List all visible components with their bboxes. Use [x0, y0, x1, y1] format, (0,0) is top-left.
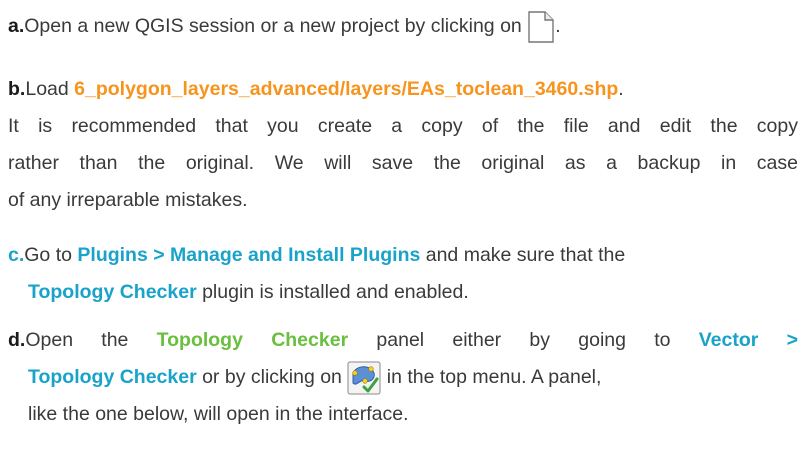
step-text: plugin is installed and enabled.	[196, 281, 469, 303]
menu-path: Vector >	[698, 329, 799, 351]
step-mid: or by clicking on	[196, 366, 348, 388]
step-text: in the top menu. A panel,	[381, 366, 602, 388]
topology-checker-icon	[347, 361, 381, 395]
menu-path: Topology Checker	[28, 366, 197, 388]
step-letter: d.	[8, 329, 26, 351]
step-letter: b.	[8, 78, 26, 100]
panel-name: Topology Checker	[156, 329, 349, 351]
instruction-page: a.Open a new QGIS session or a new proje…	[0, 0, 805, 467]
file-path: 6_polygon_layers_advanced/layers/EAs_toc…	[74, 78, 619, 100]
step-prefix: Go to	[24, 244, 78, 266]
step-line: like the one below, will open in the int…	[28, 403, 409, 425]
step-a: a.Open a new QGIS session or a new proje…	[8, 8, 798, 45]
step-prefix: Open the	[25, 329, 157, 351]
step-b: b.Load 6_polygon_layers_advanced/layers/…	[8, 71, 798, 219]
step-text: Open a new QGIS session or a new project…	[24, 15, 522, 37]
step-prefix: Load	[25, 78, 75, 100]
step-line: rather than the original. We will save t…	[8, 152, 798, 174]
step-c: c.Go to Plugins > Manage and Install Plu…	[8, 237, 798, 311]
step-end: .	[618, 78, 624, 100]
step-line: of any irreparable mistakes.	[8, 189, 248, 211]
step-suffix: and make sure that the	[420, 244, 626, 266]
step-mid: panel either by going to	[376, 329, 699, 351]
menu-path: Plugins > Manage and Install Plugins	[77, 244, 421, 266]
step-letter: a.	[8, 15, 25, 37]
plugin-name: Topology Checker	[28, 281, 197, 303]
step-d: d.Open the Topology Checker panel either…	[8, 322, 798, 433]
step-end: .	[555, 15, 561, 37]
step-line: It is recommended that you create a copy…	[8, 115, 798, 137]
new-file-icon	[527, 10, 555, 44]
step-letter: c.	[8, 244, 25, 266]
